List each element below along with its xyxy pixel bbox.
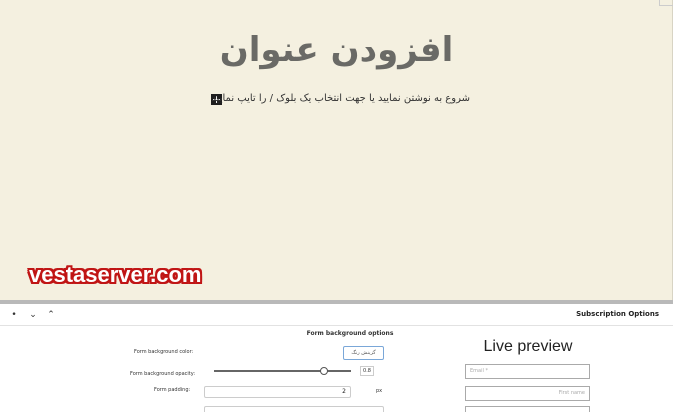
watermark: vestaserver.com [29,262,202,287]
block-placeholder[interactable]: شروع به نوشتن نمایید یا جهت انتخاب یک بل… [211,93,470,104]
empty-block[interactable]: + شروع به نوشتن نمایید یا جهت انتخاب یک … [208,92,470,108]
move-up-icon[interactable]: ⌃ [44,308,58,322]
panel-header: • ⌄ ⌃ Subscription Options [0,304,673,326]
move-down-icon[interactable]: ⌄ [26,308,40,322]
section-title: Form background options [306,330,394,337]
bg-color-picker[interactable]: گزینش رنگ [343,346,384,360]
preview-firstname-input[interactable]: First name [465,386,590,401]
preview-email-input[interactable]: Email * [465,364,590,379]
panel-toggle-icon[interactable]: • [7,308,21,322]
next-field-input[interactable] [204,406,384,412]
panel-title: Subscription Options [576,310,659,318]
opacity-slider-track[interactable] [214,370,351,372]
editor-canvas: افزودن عنوان + شروع به نوشتن نمایید یا ج… [0,0,673,300]
preview-next-input[interactable] [465,406,590,412]
live-preview-title: Live preview [483,338,573,355]
opacity-slider-thumb[interactable] [319,367,328,375]
bg-opacity-label: Form background opacity: [130,371,196,377]
canvas-corner [659,0,673,6]
opacity-value: 0.8 [360,366,374,376]
panel-body: Form background options Form background … [0,326,673,412]
post-title[interactable]: افزودن عنوان [0,30,673,70]
padding-input[interactable]: 2 [204,386,351,398]
subscription-options-panel: • ⌄ ⌃ Subscription Options Form backgrou… [0,300,673,412]
padding-unit: px [376,388,383,394]
padding-label: Form padding: [154,387,191,393]
bg-color-label: Form background color: [134,349,194,355]
